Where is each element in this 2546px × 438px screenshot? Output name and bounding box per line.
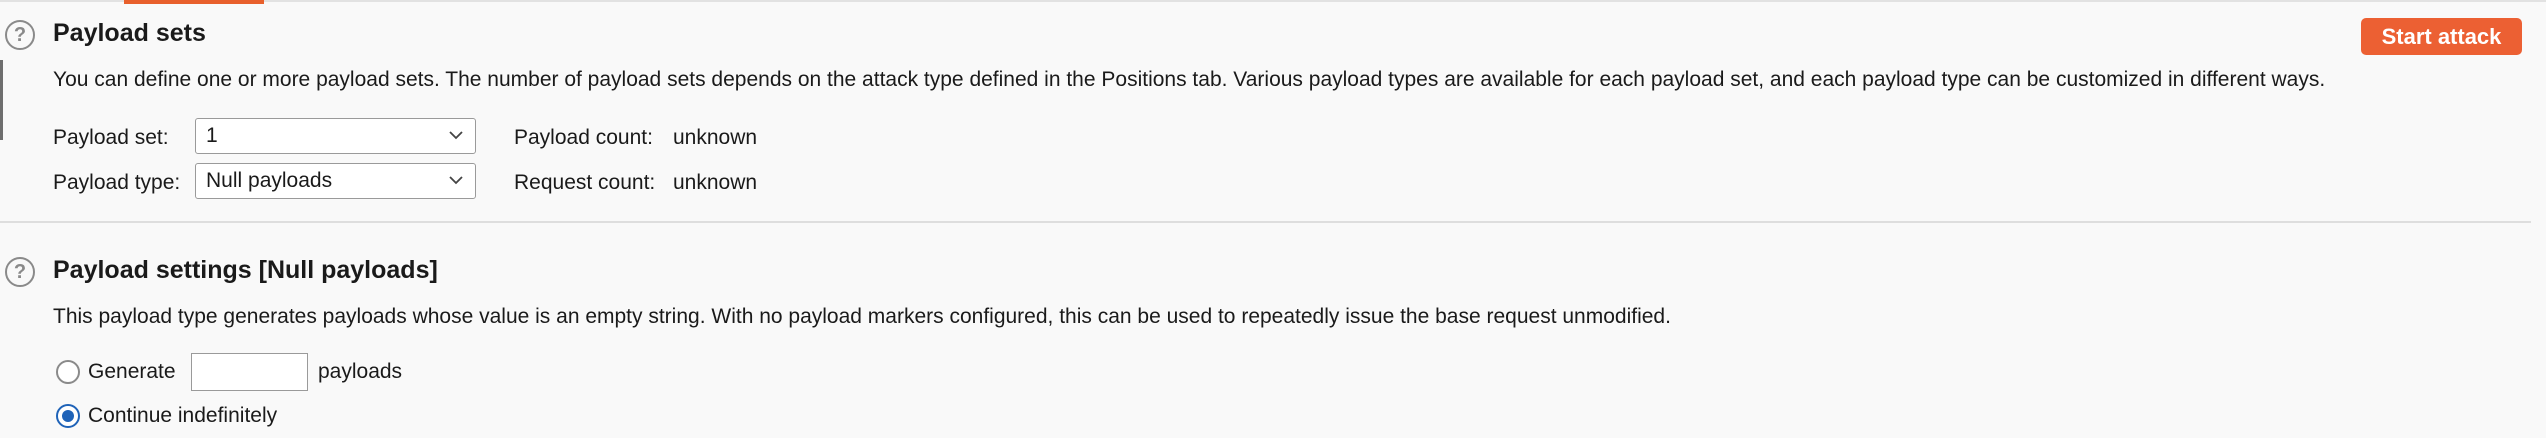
payload-type-select[interactable]: Null payloads bbox=[195, 163, 476, 199]
continue-indefinitely-radio[interactable] bbox=[56, 404, 80, 428]
payload-settings-description: This payload type generates payloads who… bbox=[53, 305, 1671, 328]
payload-set-label: Payload set: bbox=[53, 126, 169, 149]
payload-count-label: Payload count: bbox=[514, 126, 653, 149]
payload-settings-title: Payload settings [Null payloads] bbox=[53, 256, 438, 284]
request-count-label: Request count: bbox=[514, 171, 656, 194]
left-edge-bar bbox=[0, 60, 3, 140]
help-icon[interactable]: ? bbox=[5, 257, 35, 287]
request-count-value: unknown bbox=[673, 171, 758, 194]
chevron-down-icon bbox=[449, 176, 463, 185]
generate-count-input[interactable] bbox=[191, 353, 308, 391]
payload-sets-title: Payload sets bbox=[53, 19, 206, 47]
top-border bbox=[0, 0, 2546, 2]
payload-count-value: unknown bbox=[673, 126, 758, 149]
payload-type-value: Null payloads bbox=[206, 169, 333, 192]
payload-type-label: Payload type: bbox=[53, 171, 181, 194]
payloads-label: payloads bbox=[318, 360, 403, 383]
payload-sets-description: You can define one or more payload sets.… bbox=[53, 68, 2326, 91]
section-divider bbox=[0, 221, 2531, 223]
continue-indefinitely-label: Continue indefinitely bbox=[88, 404, 278, 427]
generate-label: Generate bbox=[88, 360, 176, 383]
start-attack-button[interactable]: Start attack bbox=[2361, 18, 2522, 55]
active-tab-indicator bbox=[124, 0, 264, 4]
payload-set-value: 1 bbox=[206, 124, 218, 147]
help-icon[interactable]: ? bbox=[5, 20, 35, 50]
generate-radio[interactable] bbox=[56, 360, 80, 384]
payload-set-select[interactable]: 1 bbox=[195, 118, 476, 154]
chevron-down-icon bbox=[449, 131, 463, 140]
